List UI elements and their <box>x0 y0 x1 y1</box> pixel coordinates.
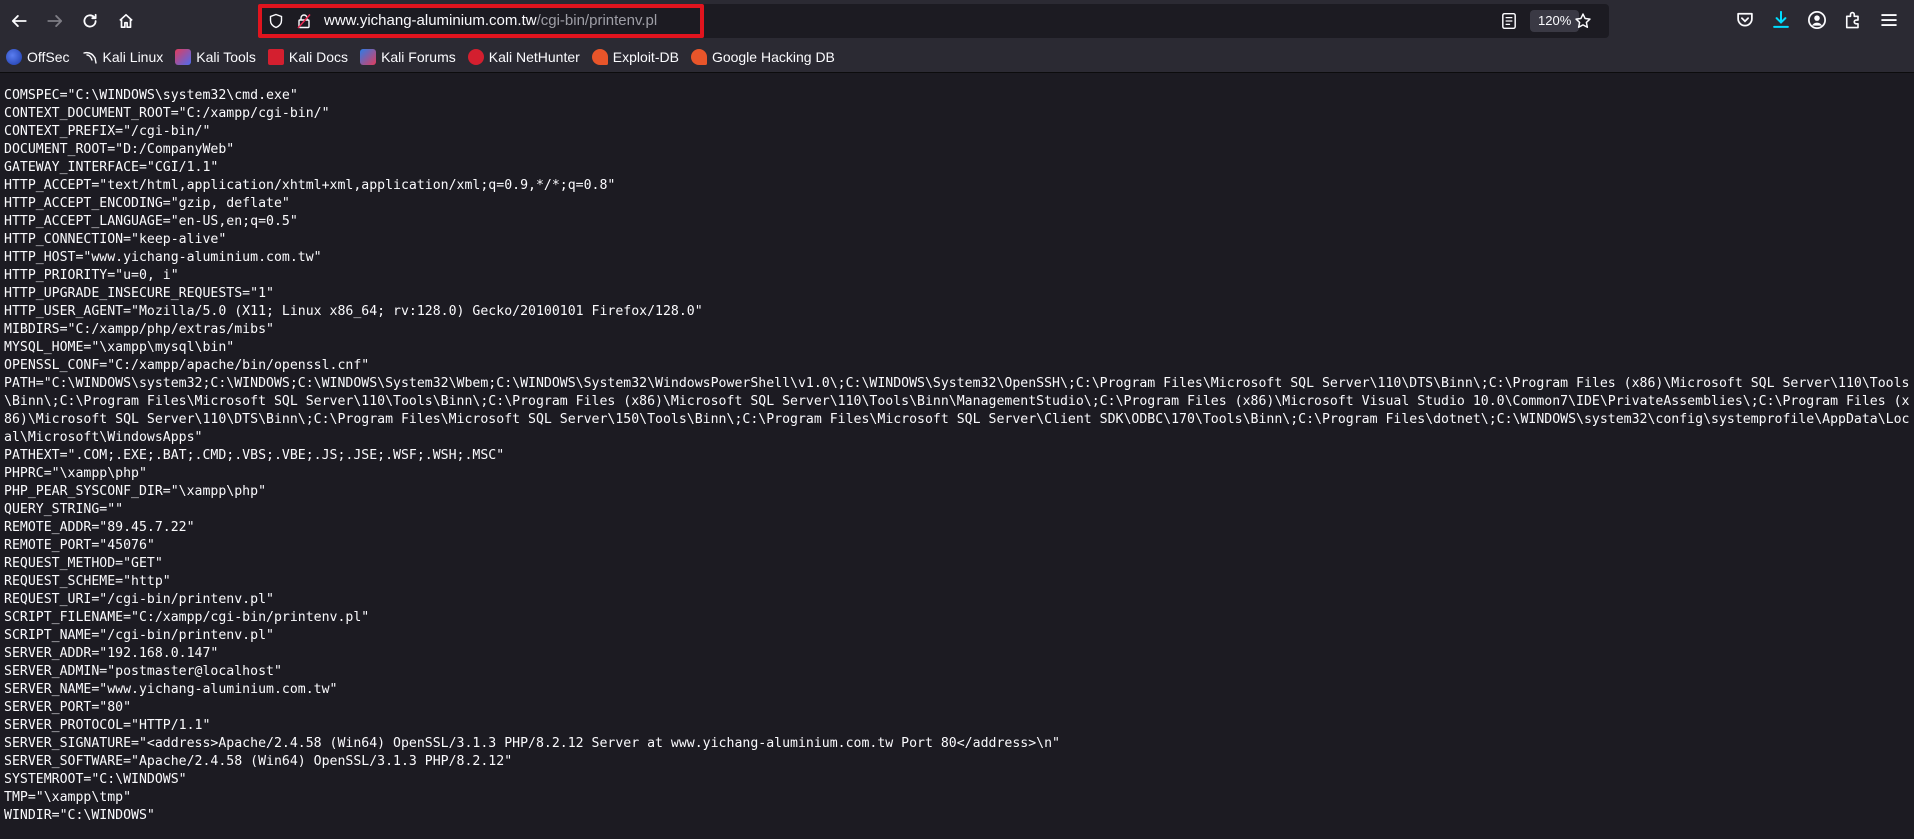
shield-icon[interactable] <box>268 13 284 29</box>
forward-arrow-icon <box>47 15 63 27</box>
env-variable-line: REMOTE_PORT="45076" <box>4 538 155 553</box>
env-variable-line: WINDIR="C:\WINDOWS" <box>4 808 155 823</box>
url-host: www.yichang-aluminium.com.tw <box>324 12 537 29</box>
bookmarks-toolbar: OffSec Kali Linux Kali Tools Kali Docs K… <box>0 42 1914 73</box>
env-variable-line: PATH="C:\WINDOWS\system32;C:\WINDOWS;C:\… <box>4 376 1910 445</box>
env-variable-line: REQUEST_METHOD="GET" <box>4 556 163 571</box>
env-variable-line: REMOTE_ADDR="89.45.7.22" <box>4 520 195 535</box>
env-variable-line: HTTP_ACCEPT="text/html,application/xhtml… <box>4 178 616 193</box>
zoom-level-button[interactable]: 120% <box>1530 10 1580 32</box>
env-variable-line: HTTP_UPGRADE_INSECURE_REQUESTS="1" <box>4 286 274 301</box>
address-bar[interactable]: www.yichang-aluminium.com.tw/cgi-bin/pri… <box>258 4 1609 38</box>
env-variable-line: HTTP_ACCEPT_LANGUAGE="en-US,en;q=0.5" <box>4 214 298 229</box>
bookmark-label: Kali Forums <box>381 49 456 65</box>
env-variable-line: SERVER_SIGNATURE="<address>Apache/2.4.58… <box>4 736 1060 751</box>
env-variable-line: CONTEXT_DOCUMENT_ROOT="C:/xampp/cgi-bin/… <box>4 106 330 121</box>
url-text[interactable]: www.yichang-aluminium.com.tw/cgi-bin/pri… <box>324 12 657 29</box>
env-variable-line: SCRIPT_NAME="/cgi-bin/printenv.pl" <box>4 628 274 643</box>
env-variable-line: SERVER_ADDR="192.168.0.147" <box>4 646 219 661</box>
env-variable-line: REQUEST_URI="/cgi-bin/printenv.pl" <box>4 592 274 607</box>
bookmark-label: Kali NetHunter <box>488 49 580 65</box>
forward-button[interactable] <box>37 3 73 39</box>
env-variable-line: HTTP_USER_AGENT="Mozilla/5.0 (X11; Linux… <box>4 304 703 319</box>
account-icon[interactable] <box>1807 10 1827 30</box>
env-variable-line: SCRIPT_FILENAME="C:/xampp/cgi-bin/printe… <box>4 610 370 625</box>
env-variable-line: REQUEST_SCHEME="http" <box>4 574 171 589</box>
reader-view-icon[interactable] <box>1500 12 1518 30</box>
env-variable-line: OPENSSL_CONF="C:/xampp/apache/bin/openss… <box>4 358 370 373</box>
env-variable-line: HTTP_HOST="www.yichang-aluminium.com.tw" <box>4 250 322 265</box>
bookmark-offsec[interactable]: OffSec <box>6 45 70 69</box>
bookmark-kali-forums[interactable]: Kali Forums <box>360 45 456 69</box>
bookmark-label: Kali Tools <box>196 49 256 65</box>
home-icon <box>119 13 133 29</box>
bookmark-kali-docs[interactable]: Kali Docs <box>267 45 349 69</box>
env-variable-line: PHP_PEAR_SYSCONF_DIR="\xampp\php" <box>4 484 267 499</box>
bookmark-exploit-db[interactable]: Exploit-DB <box>591 45 679 69</box>
bookmark-label: Google Hacking DB <box>711 49 835 65</box>
back-arrow-icon <box>11 15 27 27</box>
env-variable-line: SERVER_PORT="80" <box>4 700 132 715</box>
back-button[interactable] <box>1 3 37 39</box>
env-variable-line: PHPRC="\xampp\php" <box>4 466 147 481</box>
env-variable-line: MIBDIRS="C:/xampp/php/extras/mibs" <box>4 322 274 337</box>
env-variable-line: QUERY_STRING="" <box>4 502 124 517</box>
printenv-output: COMSPEC="C:\WINDOWS\system32\cmd.exe" CON… <box>0 73 1914 825</box>
browser-toolbar: www.yichang-aluminium.com.tw/cgi-bin/pri… <box>0 0 1914 42</box>
kali-tools-icon <box>175 49 192 65</box>
ghdb-icon <box>690 49 707 65</box>
env-variable-line: SERVER_SOFTWARE="Apache/2.4.58 (Win64) O… <box>4 754 513 769</box>
menu-hamburger-icon[interactable] <box>1879 10 1899 30</box>
env-variable-line: CONTEXT_PREFIX="/cgi-bin/" <box>4 124 211 139</box>
bookmark-kali-tools[interactable]: Kali Tools <box>175 45 256 69</box>
downloads-icon[interactable] <box>1771 10 1791 30</box>
env-variable-line: HTTP_ACCEPT_ENCODING="gzip, deflate" <box>4 196 290 211</box>
pocket-icon[interactable] <box>1735 10 1755 30</box>
env-variable-line: HTTP_CONNECTION="keep-alive" <box>4 232 227 247</box>
extensions-icon[interactable] <box>1843 10 1863 30</box>
env-variable-line: SERVER_NAME="www.yichang-aluminium.com.t… <box>4 682 338 697</box>
env-variable-line: SYSTEMROOT="C:\WINDOWS" <box>4 772 187 787</box>
offsec-icon <box>6 49 22 65</box>
url-path: /cgi-bin/printenv.pl <box>536 12 658 29</box>
kali-docs-icon <box>267 49 284 65</box>
bookmark-label: Exploit-DB <box>612 49 679 65</box>
reload-button[interactable] <box>72 3 108 39</box>
env-variable-line: MYSQL_HOME="\xampp\mysql\bin" <box>4 340 235 355</box>
env-variable-line: PATHEXT=".COM;.EXE;.BAT;.CMD;.VBS;.VBE;.… <box>4 448 505 463</box>
env-variable-line: GATEWAY_INTERFACE="CGI/1.1" <box>4 160 219 175</box>
env-variable-line: SERVER_ADMIN="postmaster@localhost" <box>4 664 282 679</box>
bookmark-kali-linux[interactable]: Kali Linux <box>82 45 164 69</box>
insecure-lock-icon[interactable] <box>296 13 312 29</box>
kali-dragon-icon <box>82 49 98 65</box>
exploit-db-icon <box>591 49 608 65</box>
bookmark-star-icon[interactable] <box>1574 12 1592 30</box>
bookmark-label: Kali Docs <box>288 49 349 65</box>
env-variable-line: DOCUMENT_ROOT="D:/CompanyWeb" <box>4 142 235 157</box>
home-button[interactable] <box>108 3 144 39</box>
reload-icon <box>83 13 97 28</box>
bookmark-google-hacking-db[interactable]: Google Hacking DB <box>690 45 835 69</box>
env-variable-line: HTTP_PRIORITY="u=0, i" <box>4 268 179 283</box>
bookmark-label: Kali Linux <box>102 49 164 65</box>
bookmark-kali-nethunter[interactable]: Kali NetHunter <box>467 45 580 69</box>
kali-forums-icon <box>360 49 377 65</box>
env-variable-line: SERVER_PROTOCOL="HTTP/1.1" <box>4 718 211 733</box>
nethunter-icon <box>467 49 484 65</box>
env-variable-line: TMP="\xampp\tmp" <box>4 790 132 805</box>
bookmark-label: OffSec <box>27 49 70 65</box>
env-variable-line: COMSPEC="C:\WINDOWS\system32\cmd.exe" <box>4 88 298 103</box>
